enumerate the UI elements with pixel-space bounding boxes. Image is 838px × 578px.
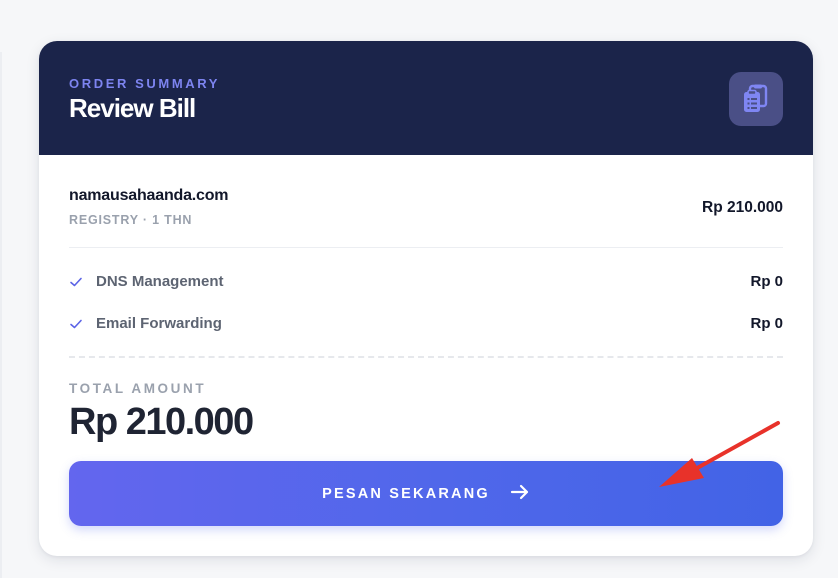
feature-price: Rp 0 (750, 315, 783, 332)
divider (69, 247, 783, 248)
order-now-label: PESAN SEKARANG (322, 485, 490, 502)
page-title: Review Bill (69, 93, 196, 123)
arrow-right-icon (510, 484, 530, 503)
dashed-divider (69, 356, 783, 358)
domain-name: namausahaanda.com (69, 187, 229, 204)
domain-meta: REGISTRY · 1 THN (69, 213, 193, 227)
total-amount: Rp 210.000 (69, 401, 254, 443)
feature-row-email: Email Forwarding Rp 0 (69, 315, 783, 335)
total-label: TOTAL AMOUNT (69, 381, 207, 396)
background-panel-edge (0, 52, 2, 578)
feature-row-dns: DNS Management Rp 0 (69, 273, 783, 293)
feature-label: Email Forwarding (96, 315, 222, 332)
card-header: ORDER SUMMARY Review Bill (39, 41, 813, 155)
clipboard-icon (729, 72, 783, 126)
check-icon (69, 317, 83, 331)
domain-price: Rp 210.000 (702, 199, 783, 216)
header-eyebrow: ORDER SUMMARY (69, 76, 221, 91)
check-icon (69, 275, 83, 289)
order-now-button[interactable]: PESAN SEKARANG (69, 461, 783, 526)
feature-price: Rp 0 (750, 273, 783, 290)
order-summary-card: ORDER SUMMARY Review Bill namausahaanda.… (39, 41, 813, 556)
feature-label: DNS Management (96, 273, 224, 290)
